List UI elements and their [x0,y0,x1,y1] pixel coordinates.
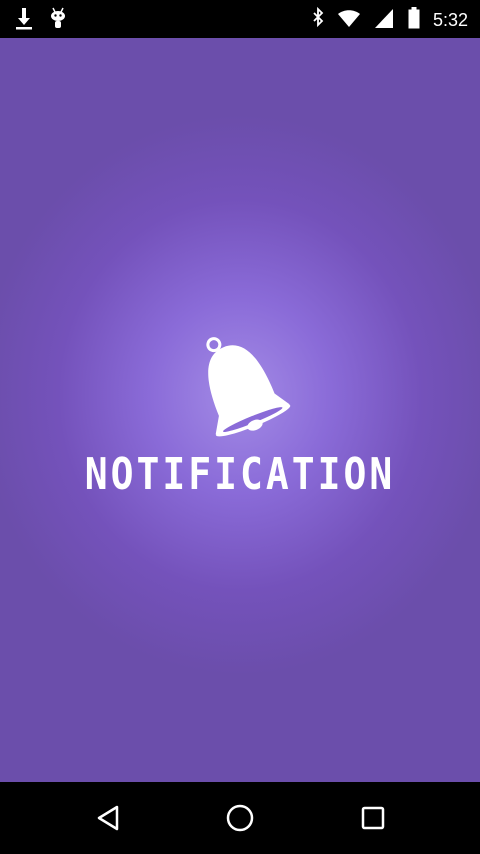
bell-icon [206,337,291,437]
signal-icon [373,6,395,34]
back-icon [97,805,119,831]
navigation-bar [0,782,480,854]
status-left [14,6,68,34]
home-icon [226,804,254,832]
logo-text: NOTIFICATION [84,448,396,500]
home-button[interactable] [222,800,258,836]
recents-icon [361,806,385,830]
recents-button[interactable] [355,800,391,836]
status-right: 5:32 [311,6,468,34]
bluetooth-icon [311,6,325,34]
app-logo: NOTIFICATION [0,328,480,499]
battery-icon [407,6,421,34]
status-bar: 5:32 [0,0,480,38]
android-icon [48,6,68,34]
status-time: 5:32 [432,10,468,30]
wifi-icon [337,6,361,34]
download-icon [14,6,34,34]
splash-screen: NOTIFICATION [0,38,480,782]
back-button[interactable] [90,800,126,836]
